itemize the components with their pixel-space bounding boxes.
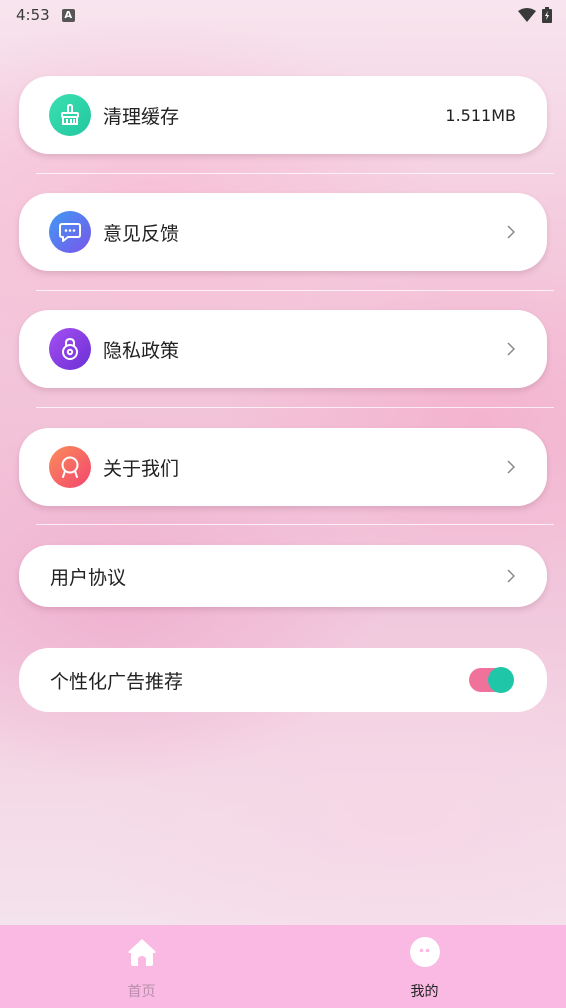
lock-icon	[49, 328, 91, 370]
privacy-policy-label: 隐私政策	[103, 339, 180, 362]
battery-icon	[542, 7, 552, 23]
nav-home[interactable]: 首页	[0, 925, 283, 1008]
about-us-label: 关于我们	[103, 457, 180, 480]
clear-cache-row[interactable]: 清理缓存 1.511MB	[19, 76, 547, 154]
status-left: 4:53 A	[16, 6, 75, 24]
wifi-icon	[518, 8, 536, 22]
status-bar: 4:53 A	[0, 0, 566, 30]
divider	[36, 407, 554, 408]
chevron-right-icon	[507, 460, 515, 474]
privacy-policy-row[interactable]: 隐私政策	[19, 310, 547, 388]
chat-bubble-icon	[49, 211, 91, 253]
broom-icon	[49, 94, 91, 136]
user-agreement-row[interactable]: 用户协议	[19, 545, 547, 607]
divider	[36, 524, 554, 525]
nav-mine[interactable]: 我的	[283, 925, 566, 1008]
feedback-label: 意见反馈	[103, 222, 180, 245]
chevron-right-icon	[507, 342, 515, 356]
clear-cache-label: 清理缓存	[103, 105, 180, 128]
notification-a-icon: A	[61, 8, 75, 22]
chevron-right-icon	[507, 225, 515, 239]
nav-home-label: 首页	[127, 984, 156, 1000]
cache-size-value: 1.511MB	[445, 105, 516, 125]
divider	[36, 173, 554, 174]
badge-ribbon-icon	[49, 446, 91, 488]
profile-face-icon	[409, 937, 440, 967]
nav-mine-label: 我的	[410, 984, 439, 1000]
personalized-ads-row: 个性化广告推荐	[19, 648, 547, 712]
personalized-ads-toggle[interactable]	[469, 667, 514, 693]
about-us-row[interactable]: 关于我们	[19, 428, 547, 506]
personalized-ads-label: 个性化广告推荐	[50, 670, 184, 693]
chevron-right-icon	[507, 569, 515, 583]
bottom-navigation: 首页 我的	[0, 925, 566, 1008]
status-right	[518, 7, 552, 23]
feedback-row[interactable]: 意见反馈	[19, 193, 547, 271]
toggle-knob	[488, 667, 514, 693]
divider	[36, 290, 554, 291]
user-agreement-label: 用户协议	[50, 566, 127, 589]
home-icon	[128, 939, 155, 966]
status-time: 4:53	[16, 6, 50, 24]
